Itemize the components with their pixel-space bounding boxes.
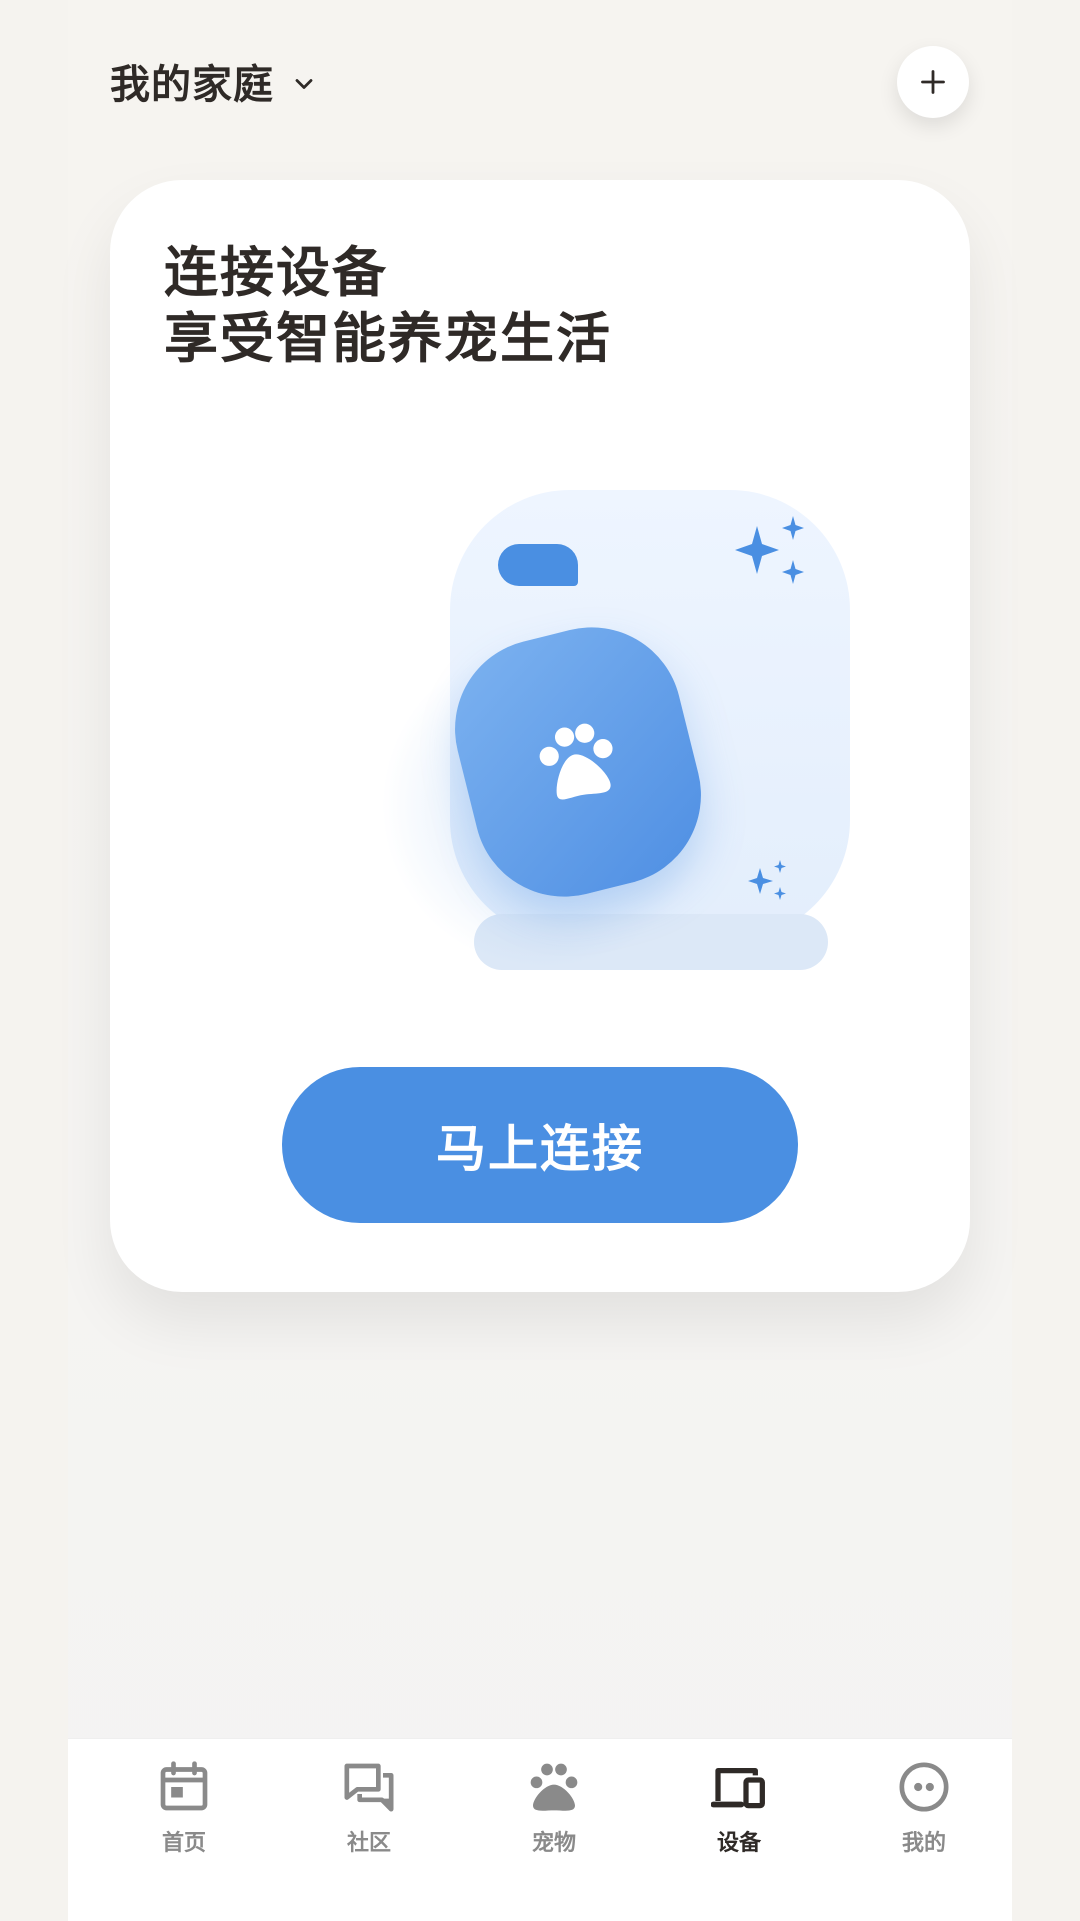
connect-now-button[interactable]: 马上连接 xyxy=(282,1067,798,1223)
tab-label: 社区 xyxy=(346,1831,391,1856)
add-button[interactable] xyxy=(897,46,969,118)
home-switcher[interactable]: 我的家庭 xyxy=(110,52,318,110)
plus-icon xyxy=(921,70,945,94)
device-illustration xyxy=(380,490,910,1010)
card-title: 连接设备 享受智能养宠生活 xyxy=(164,240,612,372)
home-title: 我的家庭 xyxy=(110,62,274,108)
header: 我的家庭 xyxy=(0,0,1080,170)
card-title-line1: 连接设备 xyxy=(164,241,388,304)
bottom-tab-bar: 首页 社区 宠物 设备 我的 xyxy=(68,1738,1012,1921)
tab-label: 我的 xyxy=(901,1831,946,1856)
paw-icon xyxy=(539,723,613,800)
profile-icon xyxy=(899,1762,949,1812)
chevron-down-icon xyxy=(295,79,313,89)
tab-label: 首页 xyxy=(161,1831,206,1856)
tab-community[interactable]: 社区 xyxy=(299,1759,439,1869)
paw-icon xyxy=(530,1763,578,1811)
sparkle-icon xyxy=(735,516,804,584)
calendar-icon xyxy=(160,1761,208,1811)
tab-home[interactable]: 首页 xyxy=(114,1759,254,1869)
devices-icon xyxy=(711,1768,765,1809)
card-title-line2: 享受智能养宠生活 xyxy=(164,307,612,370)
sparkle-small-icon xyxy=(748,860,786,900)
tab-label: 设备 xyxy=(716,1831,761,1856)
chat-icon xyxy=(344,1763,394,1812)
tab-devices[interactable]: 设备 xyxy=(669,1759,809,1869)
tab-label: 宠物 xyxy=(531,1831,576,1856)
tab-pets[interactable]: 宠物 xyxy=(484,1759,624,1869)
tab-profile[interactable]: 我的 xyxy=(854,1759,994,1869)
device-indicator xyxy=(498,544,578,586)
connect-device-card: 连接设备 享受智能养宠生活 马上连接 xyxy=(110,180,970,1292)
